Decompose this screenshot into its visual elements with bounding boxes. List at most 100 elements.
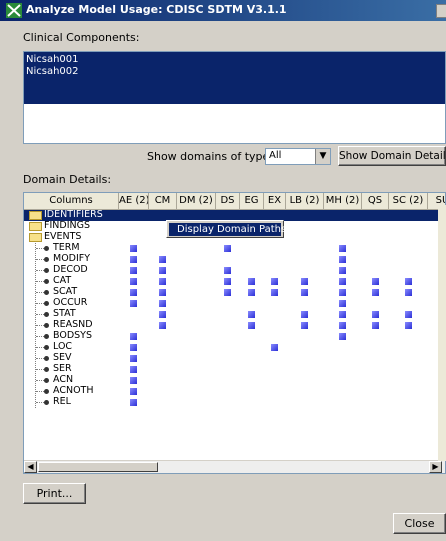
usage-marker <box>130 267 137 274</box>
tree-branch <box>36 369 44 370</box>
bullet-icon <box>44 356 49 361</box>
usage-marker <box>130 278 137 285</box>
bullet-icon <box>44 389 49 394</box>
column-header[interactable]: QS <box>362 193 389 210</box>
tree-branch <box>36 248 44 249</box>
column-name: ACN <box>53 374 74 385</box>
column-name: OCCUR <box>53 297 88 308</box>
tree-branch <box>36 281 44 282</box>
usage-marker <box>130 245 137 252</box>
window-control-button[interactable] <box>436 4 446 18</box>
scroll-thumb[interactable] <box>38 462 158 472</box>
usage-marker <box>130 289 137 296</box>
column-header[interactable]: AE (2) <box>119 193 149 210</box>
column-name: MODIFY <box>53 253 91 264</box>
usage-marker <box>159 300 166 307</box>
domain-type-label: Show domains of type: <box>147 150 273 163</box>
app-icon <box>6 3 22 18</box>
usage-marker <box>339 267 346 274</box>
usage-marker <box>130 300 137 307</box>
bullet-icon <box>44 257 49 262</box>
usage-marker <box>248 311 255 318</box>
usage-marker <box>339 322 346 329</box>
column-header[interactable]: Columns <box>24 193 119 210</box>
close-button[interactable]: Close <box>393 513 446 534</box>
table-row[interactable]: SEV <box>24 352 445 364</box>
usage-marker <box>271 344 278 351</box>
table-row[interactable]: DECOD <box>24 264 445 276</box>
bullet-icon <box>44 290 49 295</box>
column-header[interactable]: MH (2) <box>324 193 362 210</box>
column-name: SEV <box>53 352 72 363</box>
table-row[interactable]: OCCUR <box>24 297 445 309</box>
usage-marker <box>248 289 255 296</box>
usage-marker <box>339 245 346 252</box>
column-name: CAT <box>53 275 72 286</box>
list-item[interactable]: Nicsah001 <box>26 54 79 65</box>
tree-branch <box>36 270 44 271</box>
usage-marker <box>271 289 278 296</box>
column-name: DECOD <box>53 264 88 275</box>
table-row[interactable]: REL <box>24 396 445 408</box>
usage-marker <box>224 267 231 274</box>
clinical-components-list[interactable]: Nicsah001 Nicsah002 <box>23 51 446 144</box>
title-bar[interactable]: Analyze Model Usage: CDISC SDTM V3.1.1 <box>0 0 446 21</box>
usage-marker <box>130 333 137 340</box>
group-label: EVENTS <box>44 231 82 242</box>
show-domain-details-button[interactable]: Show Domain Details <box>338 146 446 166</box>
usage-marker <box>301 311 308 318</box>
usage-marker <box>405 289 412 296</box>
column-name: REASND <box>53 319 93 330</box>
tree-branch <box>36 391 44 392</box>
chevron-down-icon[interactable]: ▼ <box>315 149 330 164</box>
column-header[interactable]: CM <box>149 193 177 210</box>
usage-marker <box>159 256 166 263</box>
usage-marker <box>130 355 137 362</box>
usage-marker <box>339 333 346 340</box>
horizontal-scrollbar[interactable]: ◀ ▶ <box>24 460 445 473</box>
domain-type-select[interactable]: All ▼ <box>265 148 331 165</box>
column-name: REL <box>53 396 71 407</box>
column-header[interactable]: LB (2) <box>286 193 324 210</box>
display-domain-paths-item[interactable]: Display Domain Paths... <box>169 223 296 236</box>
table-row[interactable]: ACNOTH <box>24 385 445 397</box>
tree-branch <box>36 380 44 381</box>
scroll-right-icon[interactable]: ▶ <box>429 461 442 473</box>
table-row[interactable]: LOC <box>24 341 445 353</box>
usage-marker <box>271 278 278 285</box>
usage-marker <box>159 289 166 296</box>
vertical-scrollbar[interactable] <box>438 205 446 461</box>
bullet-icon <box>44 400 49 405</box>
column-header[interactable]: DS <box>216 193 240 210</box>
group-label: FINDINGS <box>44 220 90 231</box>
column-name: TERM <box>53 242 80 253</box>
bullet-icon <box>44 323 49 328</box>
usage-marker <box>339 289 346 296</box>
usage-marker <box>248 278 255 285</box>
table-row[interactable]: CAT <box>24 275 445 287</box>
table-row[interactable]: SER <box>24 363 445 375</box>
clinical-components-label: Clinical Components: <box>23 31 140 44</box>
tree-branch <box>36 259 44 260</box>
list-item[interactable]: Nicsah002 <box>26 66 79 77</box>
column-header[interactable]: DM (2) <box>177 193 216 210</box>
usage-marker <box>224 278 231 285</box>
column-name: STAT <box>53 308 76 319</box>
usage-marker <box>159 267 166 274</box>
column-name: SCAT <box>53 286 78 297</box>
usage-marker <box>339 311 346 318</box>
usage-marker <box>405 322 412 329</box>
print-button[interactable]: Print... <box>23 483 86 504</box>
table-row[interactable]: BODSYS <box>24 330 445 342</box>
bullet-icon <box>44 312 49 317</box>
context-menu: Display Domain Paths... <box>166 220 296 238</box>
usage-marker <box>130 399 137 406</box>
usage-marker <box>339 256 346 263</box>
column-header[interactable]: EX <box>264 193 286 210</box>
tree-branch <box>36 325 44 326</box>
column-header[interactable]: SC (2) <box>389 193 428 210</box>
column-header[interactable]: EG <box>240 193 264 210</box>
usage-marker <box>405 311 412 318</box>
scroll-left-icon[interactable]: ◀ <box>24 461 37 473</box>
tree-branch <box>36 402 44 403</box>
